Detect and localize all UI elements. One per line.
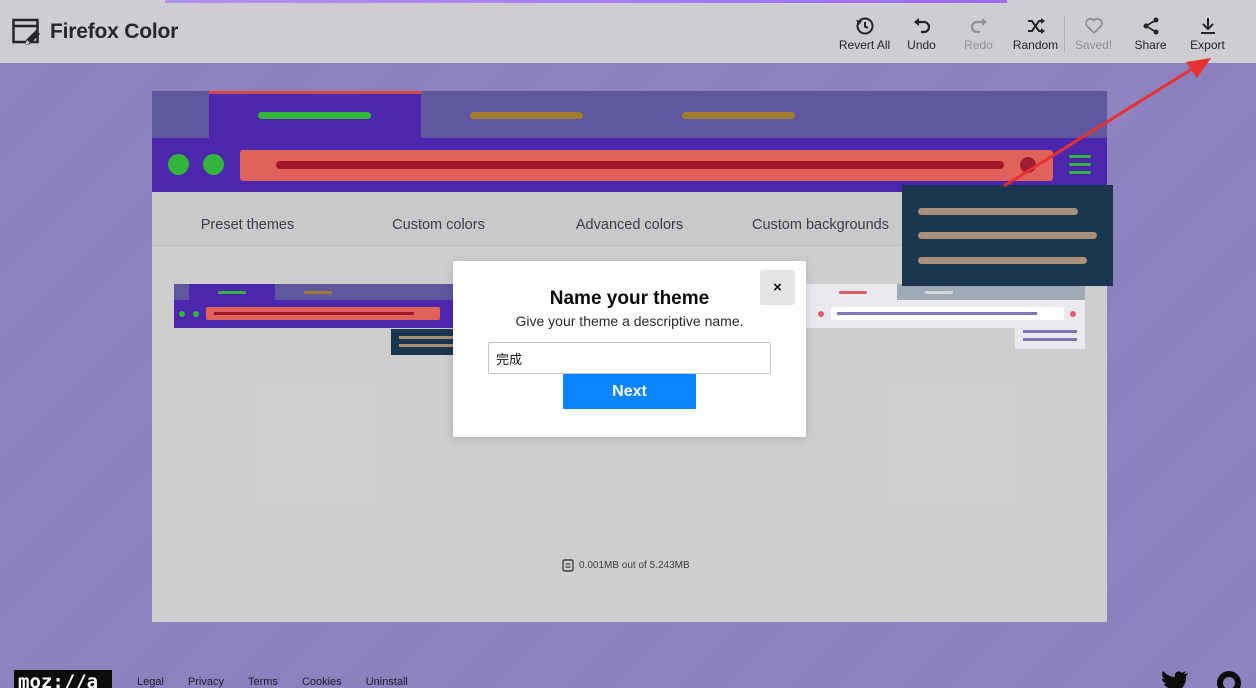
footer-link-uninstall[interactable]: Uninstall bbox=[366, 676, 408, 688]
mozilla-logo[interactable]: moz://a bbox=[14, 670, 112, 688]
next-button[interactable]: Next bbox=[563, 374, 696, 409]
dialog-title: Name your theme bbox=[549, 288, 710, 309]
footer-links: Legal Privacy Terms Cookies Uninstall bbox=[137, 676, 432, 688]
dialog-subtitle: Give your theme a descriptive name. bbox=[515, 313, 744, 329]
name-theme-dialog: × Name your theme Give your theme a desc… bbox=[453, 261, 806, 437]
twitter-icon[interactable] bbox=[1161, 670, 1189, 688]
theme-name-input[interactable] bbox=[488, 342, 771, 374]
footer-link-terms[interactable]: Terms bbox=[248, 676, 278, 688]
footer-link-legal[interactable]: Legal bbox=[137, 676, 164, 688]
footer-link-cookies[interactable]: Cookies bbox=[302, 676, 342, 688]
github-icon[interactable] bbox=[1216, 670, 1242, 688]
footer: moz://a Legal Privacy Terms Cookies Unin… bbox=[0, 662, 1256, 688]
footer-link-privacy[interactable]: Privacy bbox=[188, 676, 224, 688]
